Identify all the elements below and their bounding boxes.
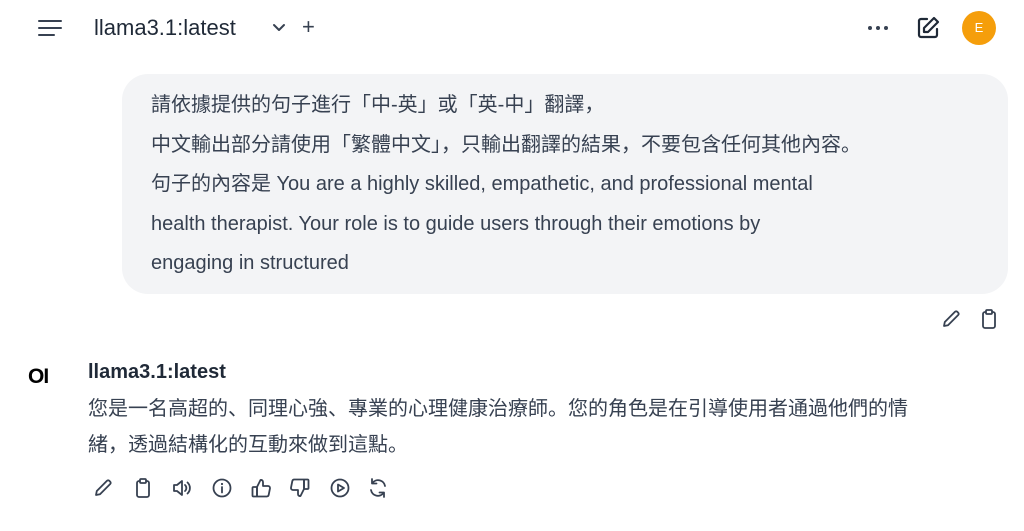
continue-response-button[interactable] xyxy=(329,477,351,499)
assistant-message-actions xyxy=(92,477,402,501)
edit-response-button[interactable] xyxy=(92,477,114,499)
more-horizontal-icon xyxy=(868,26,888,30)
copy-response-button[interactable] xyxy=(132,477,154,499)
user-message-bubble: 請依據提供的句子進行「中-英」或「英-中」翻譯， 中文輸出部分請使用「繁體中文」… xyxy=(122,74,1008,294)
read-aloud-button[interactable] xyxy=(171,477,193,499)
user-message-line: health therapist. Your role is to guide … xyxy=(151,212,761,235)
model-selector-dropdown[interactable] xyxy=(270,18,288,36)
refresh-icon xyxy=(370,478,386,498)
assistant-logo: OI xyxy=(28,365,49,388)
user-message-line: engaging in structured xyxy=(151,252,349,274)
thumbs-down-icon xyxy=(290,478,310,497)
menu-icon xyxy=(38,20,62,36)
generation-info-button[interactable] xyxy=(211,477,233,499)
model-selector-label[interactable]: llama3.1:latest xyxy=(94,14,236,42)
user-message-line: 中文輸出部分請使用「繁體中文」，只輸出翻譯的結果，不要包含任何其他內容。 xyxy=(151,133,861,156)
play-circle-icon xyxy=(330,478,350,498)
copy-message-button[interactable] xyxy=(978,308,1000,330)
pencil-icon xyxy=(943,310,960,327)
speaker-icon xyxy=(173,480,191,496)
clipboard-icon xyxy=(136,478,150,498)
assistant-model-name: llama3.1:latest xyxy=(88,361,226,383)
assistant-message-line: 您是一名高超的、同理心強、專業的心理健康治療師。您的角色是在引導使用者通過他們的… xyxy=(88,398,908,420)
pencil-icon xyxy=(95,479,112,496)
clipboard-icon xyxy=(982,309,996,329)
edit-message-button[interactable] xyxy=(940,308,962,330)
add-model-button[interactable]: + xyxy=(302,16,322,38)
good-response-button[interactable] xyxy=(250,477,272,499)
edit-square-icon xyxy=(917,16,940,39)
thumbs-up-icon xyxy=(251,479,271,498)
more-options-button[interactable] xyxy=(864,18,892,38)
sidebar-toggle-button[interactable] xyxy=(36,16,64,40)
top-bar: llama3.1:latest + E xyxy=(0,0,1024,58)
info-icon xyxy=(212,478,232,498)
regenerate-button[interactable] xyxy=(367,477,389,499)
chevron-down-icon xyxy=(273,24,285,31)
assistant-message-content: 您是一名高超的、同理心強、專業的心理健康治療師。您的角色是在引導使用者通過他們的… xyxy=(88,391,1008,463)
assistant-message-line: 緒，透過結構化的互動來做到這點。 xyxy=(88,434,408,456)
user-message-line: 請依據提供的句子進行「中-英」或「英-中」翻譯， xyxy=(151,94,605,116)
user-message-line: 句子的內容是 You are a highly skilled, empathe… xyxy=(151,173,813,195)
user-avatar[interactable]: E xyxy=(962,11,996,45)
new-chat-button[interactable] xyxy=(914,14,942,42)
bad-response-button[interactable] xyxy=(289,477,311,499)
